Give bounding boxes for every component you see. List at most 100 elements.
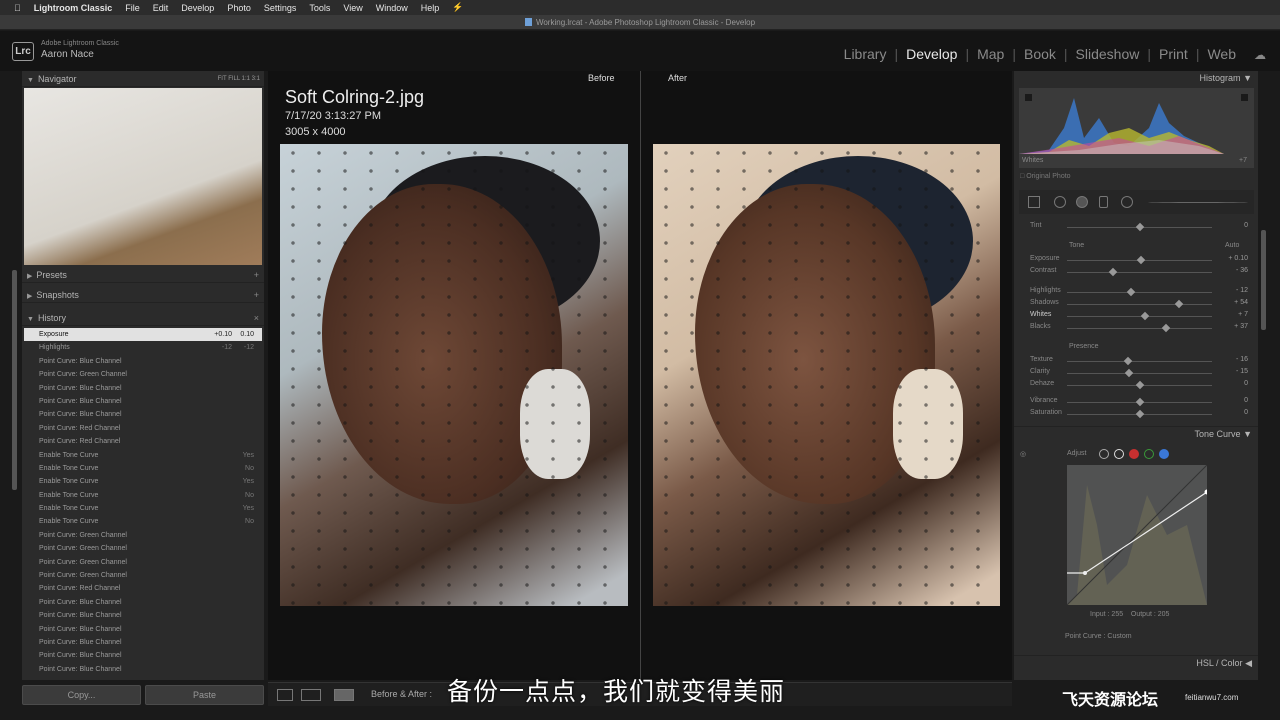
slider-track[interactable] — [1067, 304, 1212, 305]
slider-value[interactable]: 0 — [1244, 222, 1248, 229]
slider-knob[interactable] — [1136, 255, 1146, 265]
copy-button[interactable]: Copy... — [22, 685, 141, 705]
slider-value[interactable]: + 0.10 — [1228, 255, 1248, 262]
slider-saturation[interactable]: Saturation 0 — [1030, 409, 1248, 420]
history-row[interactable]: Point Curve: Blue Channel — [24, 408, 262, 421]
history-row[interactable]: Highlights -12 -12 — [24, 341, 262, 354]
slider-knob[interactable] — [1126, 287, 1136, 297]
spot-removal-icon[interactable] — [1054, 196, 1066, 208]
target-adjust-icon[interactable]: ◎ — [1020, 450, 1026, 458]
history-row[interactable]: Point Curve: Red Channel — [24, 435, 262, 448]
module-web[interactable]: Web — [1199, 46, 1244, 62]
slider-whites[interactable]: Whites + 7 — [1030, 311, 1248, 322]
menu-view[interactable]: View — [343, 3, 362, 13]
history-row[interactable]: Point Curve: Red Channel — [24, 582, 262, 595]
add-preset-icon[interactable]: + — [254, 267, 259, 283]
history-row[interactable]: Point Curve: Blue Channel — [24, 355, 262, 368]
point-curve-white-icon[interactable] — [1114, 449, 1124, 459]
navigator-preview[interactable] — [24, 88, 262, 265]
menu-develop[interactable]: Develop — [181, 3, 214, 13]
crop-icon[interactable] — [1028, 196, 1040, 208]
apple-icon[interactable]:  — [14, 3, 21, 13]
slider-value[interactable]: + 37 — [1234, 323, 1248, 330]
after-image[interactable] — [653, 144, 1000, 606]
slider-value[interactable]: + 54 — [1234, 299, 1248, 306]
slider-value[interactable]: - 36 — [1236, 267, 1248, 274]
green-channel-icon[interactable] — [1144, 449, 1154, 459]
slider-value[interactable]: + 7 — [1238, 311, 1248, 318]
slider-knob[interactable] — [1109, 267, 1118, 277]
history-row[interactable]: Point Curve: Blue Channel — [24, 623, 262, 636]
menu-window[interactable]: Window — [376, 3, 408, 13]
slider-track[interactable] — [1067, 373, 1212, 374]
slider-knob[interactable] — [1135, 380, 1144, 390]
slider-track[interactable] — [1067, 272, 1212, 273]
menu-help[interactable]: Help — [421, 3, 440, 13]
tone-curve-header[interactable]: Tone Curve ▼ — [1014, 426, 1258, 440]
slider-value[interactable]: - 15 — [1236, 368, 1248, 375]
slider-knob[interactable] — [1135, 222, 1144, 232]
history-row[interactable]: Enable Tone Curve Yes — [24, 502, 262, 515]
bolt-icon[interactable]: ⚡ — [452, 2, 463, 13]
slider-knob[interactable] — [1174, 299, 1183, 309]
slider-exposure[interactable]: Exposure + 0.10 — [1030, 255, 1248, 266]
histogram[interactable] — [1019, 88, 1254, 168]
slider-value[interactable]: 0 — [1244, 397, 1248, 404]
presets-header[interactable]: ▶ Presets + — [22, 267, 264, 283]
module-book[interactable]: Book — [1016, 46, 1064, 62]
slider-knob[interactable] — [1123, 356, 1133, 366]
history-row[interactable]: Enable Tone Curve Yes — [24, 449, 262, 462]
menu-file[interactable]: File — [125, 3, 140, 13]
slider-track[interactable] — [1067, 316, 1212, 317]
slider-contrast[interactable]: Contrast - 36 — [1030, 267, 1248, 278]
slider-texture[interactable]: Texture - 16 — [1030, 356, 1248, 367]
module-library[interactable]: Library — [836, 46, 895, 62]
history-row[interactable]: Point Curve: Blue Channel — [24, 596, 262, 609]
history-row[interactable]: Point Curve: Green Channel — [24, 529, 262, 542]
slider-vibrance[interactable]: Vibrance 0 — [1030, 397, 1248, 408]
module-print[interactable]: Print — [1151, 46, 1196, 62]
blue-channel-icon[interactable] — [1159, 449, 1169, 459]
history-row[interactable]: Enable Tone Curve No — [24, 515, 262, 528]
tone-curve-graph[interactable] — [1067, 465, 1207, 605]
slider-knob[interactable] — [1135, 397, 1144, 407]
snapshots-header[interactable]: ▶ Snapshots + — [22, 287, 264, 303]
slider-blacks[interactable]: Blacks + 37 — [1030, 323, 1248, 334]
history-row[interactable]: Point Curve: Blue Channel — [24, 395, 262, 408]
slider-dehaze[interactable]: Dehaze 0 — [1030, 380, 1248, 391]
slider-knob[interactable] — [1135, 409, 1144, 419]
paste-button[interactable]: Paste — [145, 685, 264, 705]
hsl-color-header[interactable]: HSL / Color ◀ — [1014, 655, 1258, 669]
history-row[interactable]: Point Curve: Blue Channel — [24, 663, 262, 676]
history-row[interactable]: Point Curve: Green Channel — [24, 556, 262, 569]
slider-clarity[interactable]: Clarity - 15 — [1030, 368, 1248, 379]
history-row[interactable]: Point Curve: Blue Channel — [24, 609, 262, 622]
history-row[interactable]: Point Curve: Green Channel — [24, 542, 262, 555]
graduated-filter-icon[interactable] — [1099, 196, 1108, 208]
parametric-curve-icon[interactable] — [1099, 449, 1109, 459]
slider-value[interactable]: 0 — [1244, 380, 1248, 387]
module-map[interactable]: Map — [969, 46, 1012, 62]
history-row[interactable]: Enable Tone Curve No — [24, 489, 262, 502]
radial-filter-icon[interactable] — [1121, 196, 1133, 208]
cloud-icon[interactable]: ☁ — [1254, 48, 1266, 62]
module-develop[interactable]: Develop — [898, 46, 965, 62]
original-photo-checkbox[interactable]: □ Original Photo — [1020, 173, 1071, 180]
slider-value[interactable]: - 12 — [1236, 287, 1248, 294]
clear-history-icon[interactable]: × — [254, 310, 259, 326]
slider-track[interactable] — [1067, 292, 1212, 293]
add-snapshot-icon[interactable]: + — [254, 287, 259, 303]
menu-edit[interactable]: Edit — [153, 3, 169, 13]
right-scrollbar[interactable] — [1261, 230, 1266, 330]
history-header[interactable]: ▼ History × — [22, 310, 264, 326]
red-eye-icon[interactable] — [1076, 196, 1088, 208]
compare-view-icon[interactable] — [301, 689, 321, 701]
menu-settings[interactable]: Settings — [264, 3, 297, 13]
red-channel-icon[interactable] — [1129, 449, 1139, 459]
history-row[interactable]: Point Curve: Blue Channel — [24, 382, 262, 395]
left-scrollbar[interactable] — [12, 270, 17, 490]
navigator-header[interactable]: ▼ Navigator FIT FILL 1:1 3:1 — [22, 71, 264, 87]
point-curve-select[interactable]: Point Curve : Custom — [1065, 633, 1132, 640]
slider-value[interactable]: 0 — [1244, 409, 1248, 416]
menu-tools[interactable]: Tools — [309, 3, 330, 13]
